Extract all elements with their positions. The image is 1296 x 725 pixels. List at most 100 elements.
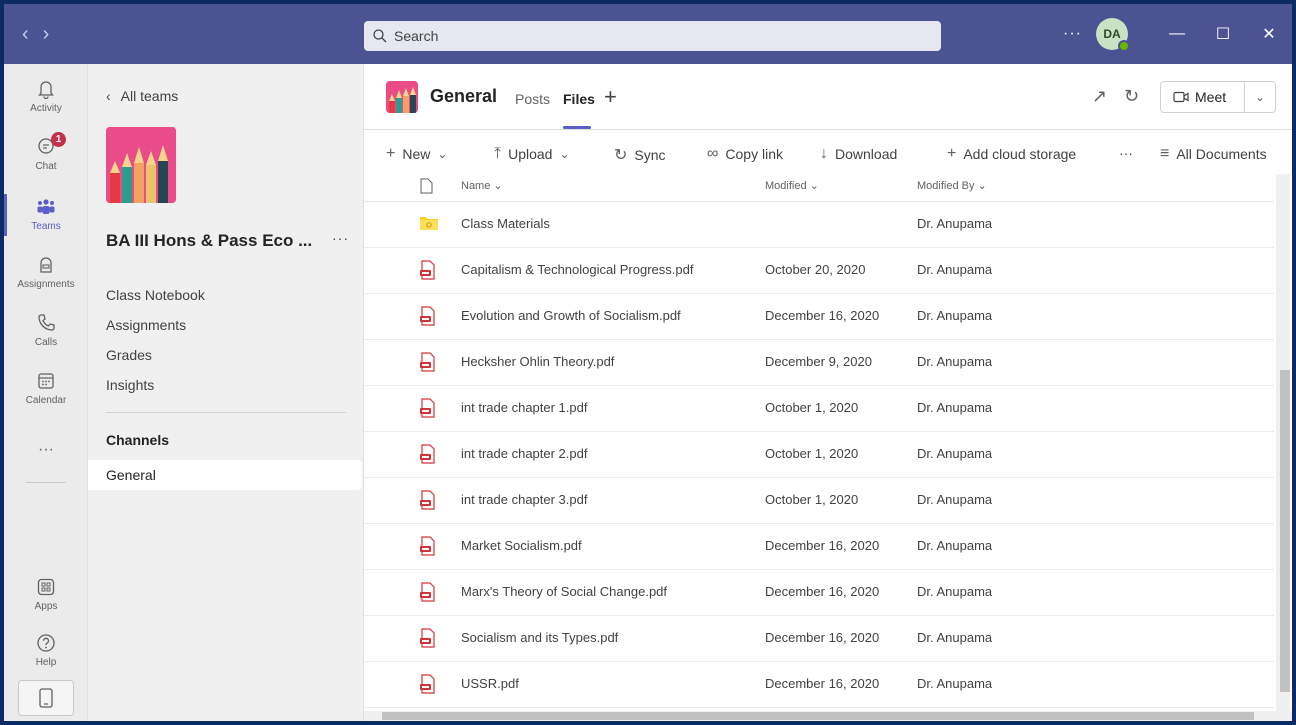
rail-label: Calendar bbox=[25, 395, 67, 406]
rail-label: Chat bbox=[35, 161, 57, 172]
modified-date: December 16, 2020 bbox=[765, 538, 880, 553]
calendar-icon bbox=[38, 373, 54, 389]
table-row[interactable]: Hecksher Ohlin Theory.pdf December 9, 202… bbox=[364, 340, 1274, 386]
pdf-file-icon bbox=[419, 444, 437, 464]
modified-by: Dr. Anupama bbox=[917, 216, 993, 231]
tab-files[interactable]: Files bbox=[563, 91, 595, 107]
table-row[interactable]: int trade chapter 3.pdf October 1, 2020 Dr… bbox=[364, 478, 1274, 524]
rail-calendar[interactable]: Calendar bbox=[4, 360, 88, 416]
table-row[interactable]: Class Materials Dr. Anupama bbox=[364, 202, 1274, 248]
pdf-file-icon bbox=[419, 582, 437, 602]
pencils-image bbox=[386, 81, 418, 113]
chat-unread-badge: 1 bbox=[51, 132, 66, 147]
file-name-link[interactable]: USSR.pdf bbox=[461, 676, 519, 691]
expand-icon[interactable]: ↗ bbox=[1092, 86, 1107, 107]
team-link-assignments[interactable]: Assignments bbox=[106, 317, 186, 333]
modified-by: Dr. Anupama bbox=[917, 308, 993, 323]
sync-button[interactable]: ↻ Sync bbox=[614, 145, 666, 165]
mobile-device-button[interactable] bbox=[18, 680, 74, 716]
table-row[interactable]: int trade chapter 2.pdf October 1, 2020 Dr… bbox=[364, 432, 1274, 478]
horizontal-scrollbar-thumb[interactable] bbox=[382, 712, 1254, 720]
rail-teams[interactable]: Teams bbox=[4, 186, 88, 242]
table-row[interactable]: USSR.pdf December 16, 2020 Dr. Anupama bbox=[364, 662, 1274, 708]
help-icon bbox=[37, 634, 55, 652]
back-arrow-icon[interactable]: ‹ bbox=[22, 23, 29, 46]
all-teams-label: All teams bbox=[120, 88, 179, 104]
modified-by: Dr. Anupama bbox=[917, 676, 993, 691]
forward-arrow-icon[interactable]: › bbox=[43, 23, 50, 46]
file-name-link[interactable]: Market Socialism.pdf bbox=[461, 538, 582, 553]
rail-assignments[interactable]: Assignments bbox=[4, 244, 88, 300]
file-name-link[interactable]: int trade chapter 3.pdf bbox=[461, 492, 587, 507]
table-row[interactable]: int trade chapter 1.pdf October 1, 2020 Dr… bbox=[364, 386, 1274, 432]
add-cloud-storage-button[interactable]: + Add cloud storage bbox=[947, 145, 1076, 163]
close-button[interactable]: ✕ bbox=[1246, 4, 1292, 64]
meet-dropdown-chevron-icon[interactable]: ⌄ bbox=[1245, 90, 1275, 104]
vertical-scrollbar-thumb[interactable] bbox=[1280, 370, 1290, 692]
tab-posts[interactable]: Posts bbox=[515, 91, 550, 107]
team-link-insights[interactable]: Insights bbox=[106, 377, 154, 393]
add-tab-plus-icon[interactable]: + bbox=[604, 84, 617, 110]
pdf-file-icon bbox=[419, 536, 437, 556]
modified-by: Dr. Anupama bbox=[917, 630, 993, 645]
active-tab-indicator bbox=[563, 126, 591, 129]
settings-more-icon[interactable]: ··· bbox=[1063, 25, 1082, 43]
table-row[interactable]: Marx's Theory of Social Change.pdf Decemb… bbox=[364, 570, 1274, 616]
history-nav: ‹ › bbox=[22, 4, 49, 64]
rail-calls[interactable]: Calls bbox=[4, 302, 88, 358]
new-label: New bbox=[402, 146, 431, 162]
meet-button[interactable]: Meet ⌄ bbox=[1160, 81, 1276, 113]
user-avatar[interactable]: DA bbox=[1096, 18, 1130, 52]
modified-by: Dr. Anupama bbox=[917, 492, 993, 507]
column-header-name[interactable]: Name ⌄ bbox=[461, 179, 503, 192]
modified-date: December 16, 2020 bbox=[765, 630, 880, 645]
column-header-modified[interactable]: Modified ⌄ bbox=[765, 179, 819, 192]
file-type-header-icon[interactable] bbox=[420, 178, 433, 194]
toolbar-more-icon[interactable]: ··· bbox=[1119, 145, 1133, 161]
table-row[interactable]: Socialism and its Types.pdf December 16, … bbox=[364, 616, 1274, 662]
file-name-link[interactable]: Socialism and its Types.pdf bbox=[461, 630, 618, 645]
file-name-link[interactable]: Marx's Theory of Social Change.pdf bbox=[461, 584, 667, 599]
modified-date: December 16, 2020 bbox=[765, 676, 880, 691]
rail-more-apps[interactable]: ··· bbox=[4, 422, 88, 478]
all-teams-link[interactable]: ‹ All teams bbox=[106, 88, 178, 104]
team-link-class-notebook[interactable]: Class Notebook bbox=[106, 287, 205, 303]
column-header-modified-by[interactable]: Modified By ⌄ bbox=[917, 179, 987, 192]
team-link-grades[interactable]: Grades bbox=[106, 347, 152, 363]
team-more-options-icon[interactable]: ··· bbox=[332, 230, 349, 246]
file-name-link[interactable]: int trade chapter 2.pdf bbox=[461, 446, 587, 461]
table-row[interactable]: Market Socialism.pdf December 16, 2020 Dr.… bbox=[364, 524, 1274, 570]
minimize-button[interactable]: — bbox=[1154, 4, 1200, 64]
new-button[interactable]: + New ⌄ bbox=[386, 145, 447, 163]
rail-chat[interactable]: Chat 1 bbox=[4, 126, 88, 182]
meet-now-button[interactable]: Meet bbox=[1161, 82, 1245, 112]
file-name-link[interactable]: Evolution and Growth of Socialism.pdf bbox=[461, 308, 681, 323]
file-name-link[interactable]: Capitalism & Technological Progress.pdf bbox=[461, 262, 693, 277]
channel-title: General bbox=[430, 86, 498, 106]
meet-label: Meet bbox=[1195, 89, 1227, 105]
rail-help[interactable]: Help bbox=[4, 622, 88, 678]
file-name-link[interactable]: Class Materials bbox=[461, 216, 550, 231]
download-button[interactable]: ↓ Download bbox=[820, 145, 897, 163]
table-row[interactable]: Capitalism & Technological Progress.pdf O… bbox=[364, 248, 1274, 294]
sync-icon: ↻ bbox=[614, 147, 628, 164]
rail-apps[interactable]: Apps bbox=[4, 566, 88, 622]
table-row[interactable]: Evolution and Growth of Socialism.pdf Dec… bbox=[364, 294, 1274, 340]
download-icon: ↓ bbox=[820, 145, 828, 162]
upload-button[interactable]: ⤒ Upload ⌄ bbox=[494, 145, 570, 163]
modified-date: October 1, 2020 bbox=[765, 492, 859, 507]
maximize-button[interactable]: ☐ bbox=[1200, 4, 1246, 64]
view-selector[interactable]: ≡ All Documents bbox=[1160, 145, 1267, 163]
search-box[interactable]: Search bbox=[364, 21, 941, 51]
pdf-file-icon bbox=[419, 260, 437, 280]
channel-item-general[interactable]: General bbox=[88, 460, 362, 490]
file-name-link[interactable]: Hecksher Ohlin Theory.pdf bbox=[461, 354, 614, 369]
more-icon: ··· bbox=[38, 441, 54, 458]
rail-activity[interactable]: Activity bbox=[4, 68, 88, 124]
file-name-link[interactable]: int trade chapter 1.pdf bbox=[461, 400, 587, 415]
rail-divider bbox=[26, 482, 66, 483]
team-name: BA III Hons & Pass Eco ... bbox=[106, 231, 313, 250]
refresh-icon[interactable]: ↻ bbox=[1124, 86, 1139, 107]
plus-icon: + bbox=[947, 145, 957, 162]
copy-link-button[interactable]: ∞ Copy link bbox=[707, 145, 783, 163]
